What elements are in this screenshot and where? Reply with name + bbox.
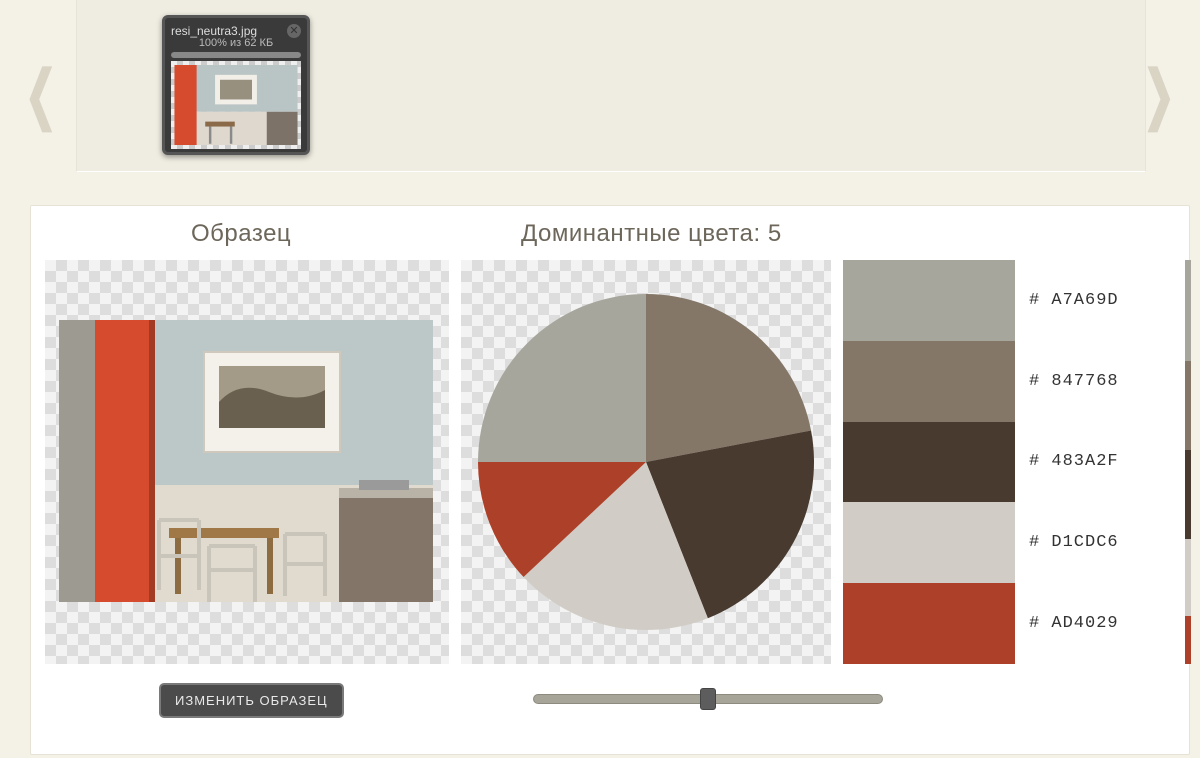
upload-progress-text: 100% из 62 КБ xyxy=(171,37,301,49)
palette-row[interactable]: # 483A2F xyxy=(843,422,1183,503)
upload-thumbnail xyxy=(171,61,301,149)
change-sample-button[interactable]: ИЗМЕНИТЬ ОБРАЗЕЦ xyxy=(159,683,344,718)
palette-hex-label: # AD4029 xyxy=(1029,614,1119,633)
palette-row[interactable]: # D1CDC6 xyxy=(843,502,1183,583)
heading-dominant: Доминантные цвета: 5 xyxy=(521,220,782,248)
palette-strip xyxy=(1185,260,1191,664)
palette-swatch xyxy=(843,502,1015,583)
sample-image-box xyxy=(45,260,449,664)
pie-chart xyxy=(461,260,831,664)
palette-hex-label: # 483A2F xyxy=(1029,452,1119,471)
pie-slice xyxy=(478,294,646,462)
palette-swatch xyxy=(843,583,1015,664)
palette-hex-label: # A7A69D xyxy=(1029,291,1119,310)
next-arrow-icon[interactable]: ❯ xyxy=(1143,62,1175,126)
upload-card[interactable]: resi_neutra3.jpg ✕ 100% из 62 КБ xyxy=(162,15,310,155)
results-panel: Образец Доминантные цвета: 5 xyxy=(30,205,1190,755)
palette-row[interactable]: # AD4029 xyxy=(843,583,1183,664)
thumbnail-image xyxy=(174,65,298,145)
upload-progressbar xyxy=(171,52,301,58)
upload-filename: resi_neutra3.jpg xyxy=(171,24,301,38)
palette-column: # A7A69D # 847768 # 483A2F # D1CDC6 # AD4029 xyxy=(843,260,1183,664)
palette-swatch xyxy=(843,260,1015,341)
palette-row[interactable]: # 847768 xyxy=(843,341,1183,422)
palette-swatch xyxy=(843,422,1015,503)
palette-row[interactable]: # A7A69D xyxy=(843,260,1183,341)
prev-arrow-icon[interactable]: ❮ xyxy=(25,62,57,126)
heading-dominant-count: 5 xyxy=(768,220,782,247)
heading-dominant-prefix: Доминантные цвета: xyxy=(521,220,768,247)
palette-hex-label: # 847768 xyxy=(1029,372,1119,391)
sample-image xyxy=(59,320,433,602)
pie-chart-box xyxy=(461,260,831,664)
palette-swatch xyxy=(843,341,1015,422)
upload-strip: resi_neutra3.jpg ✕ 100% из 62 КБ xyxy=(76,0,1146,172)
close-icon[interactable]: ✕ xyxy=(287,24,301,38)
heading-sample: Образец xyxy=(191,220,291,248)
palette-hex-label: # D1CDC6 xyxy=(1029,533,1119,552)
slider-thumb[interactable] xyxy=(700,688,716,710)
color-count-slider[interactable] xyxy=(533,688,883,710)
